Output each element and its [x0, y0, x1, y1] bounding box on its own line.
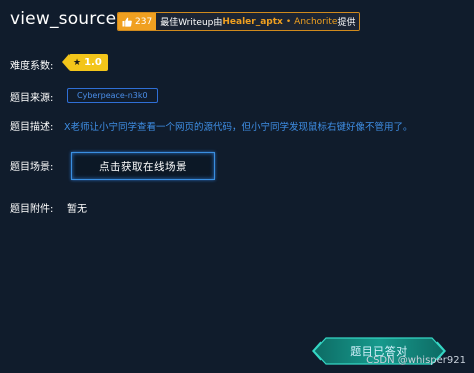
writeup-author[interactable]: Healer_aptx: [222, 17, 282, 27]
description-label: 题目描述:: [10, 122, 54, 133]
attachment-value: 暂无: [67, 204, 87, 215]
scene-label: 题目场景:: [10, 162, 54, 173]
challenge-title: view_source: [10, 9, 117, 29]
difficulty-value: 1.0: [84, 57, 102, 68]
source-label: 题目来源:: [10, 93, 54, 104]
get-scene-button[interactable]: 点击获取在线场景: [71, 152, 215, 180]
like-count: 237: [135, 16, 153, 27]
like-count-box[interactable]: 237: [118, 13, 157, 30]
writeup-suffix: 提供: [337, 18, 356, 28]
writeup-team[interactable]: Anchorite: [294, 17, 337, 27]
difficulty-label: 难度系数:: [10, 61, 54, 72]
difficulty-badge: ★ 1.0: [62, 54, 108, 71]
source-tag[interactable]: Cyberpeace-n3k0: [67, 88, 158, 103]
separator-dot: •: [285, 16, 292, 27]
description-text: X老师让小宁同学查看一个网页的源代码，但小宁同学发现鼠标右键好像不管用了。: [64, 122, 413, 133]
star-icon: ★: [73, 57, 82, 68]
csdn-watermark: CSDN @whisper921: [366, 355, 466, 366]
writeup-prefix: 最佳Writeup由: [160, 18, 223, 28]
writeup-credit[interactable]: 最佳Writeup由 Healer_aptx • Anchorite 提供: [156, 13, 360, 30]
thumbs-up-icon: [122, 17, 132, 27]
writeup-badge[interactable]: 237 最佳Writeup由 Healer_aptx • Anchorite 提…: [117, 12, 361, 31]
attachment-label: 题目附件:: [10, 204, 54, 215]
